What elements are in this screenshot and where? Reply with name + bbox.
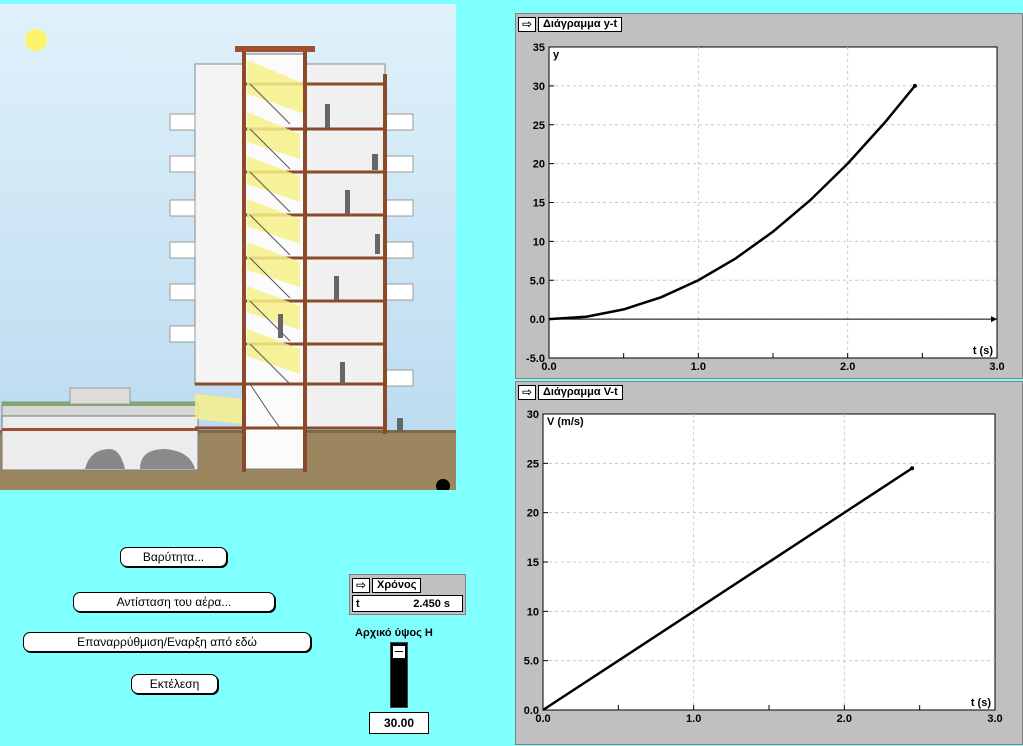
x-tick-label: 3.0 <box>989 361 1004 373</box>
x-axis-label: t (s) <box>973 345 994 357</box>
timer-value: 2.450 s <box>413 597 450 610</box>
timer-panel: ⇨ Χρόνος t 2.450 s <box>349 574 466 615</box>
x-axis-label: t (s) <box>971 697 992 709</box>
y-tick-label: 20 <box>527 508 539 520</box>
x-tick-label: 2.0 <box>840 361 855 373</box>
y-tick-label: 25 <box>527 458 539 470</box>
air-resistance-button[interactable]: Αντίσταση του αέρα... <box>73 592 275 612</box>
y-tick-label: 5.0 <box>524 656 539 668</box>
y-tick-label: 0.0 <box>530 314 545 326</box>
gravity-button[interactable]: Βαρύτητα... <box>120 547 227 567</box>
chart-y-t: 0.0 1.0 2.0 3.0-5.00.05.0101520253035yt (s) <box>526 42 1005 373</box>
initial-height-label: Αρχικό ύψος Η <box>355 627 433 639</box>
x-tick-label: 1.0 <box>691 361 706 373</box>
y-tick-label: 20 <box>533 159 545 171</box>
y-tick-label: 15 <box>527 557 539 569</box>
y-tick-label: 0.0 <box>524 705 539 717</box>
timer-title-bar: ⇨ Χρόνος <box>352 577 422 593</box>
chart-v-t-panel: ⇨ Διάγραμμα V-t 0.0 1.0 2.0 3.0 0.0 5.0 10 15 20… <box>515 381 1023 745</box>
y-tick-label: 30 <box>533 81 545 93</box>
reset-start-button[interactable]: Επαναρρύθμιση/Εναρξη από εδώ <box>23 632 311 652</box>
height-value-field[interactable]: 30.00 <box>369 712 429 734</box>
building-scene <box>0 4 456 493</box>
y-axis-label: y <box>553 49 560 61</box>
chart-v-t: 0.0 1.0 2.0 3.00.05.01015202530V (m/s)t (s) <box>524 409 1003 725</box>
y-tick-label: 25 <box>533 120 545 132</box>
y-tick-label: 10 <box>527 606 539 618</box>
x-tick-label: 3.0 <box>987 713 1002 725</box>
slider-thumb[interactable] <box>392 645 406 659</box>
y-tick-label: 30 <box>527 409 539 421</box>
height-slider[interactable] <box>390 642 408 708</box>
x-tick-label: 2.0 <box>837 713 852 725</box>
sun-icon <box>25 29 47 51</box>
y-tick-label: 10 <box>533 236 545 248</box>
arrow-right-icon[interactable]: ⇨ <box>352 577 370 593</box>
series-endpoint <box>910 466 915 471</box>
y-axis-label: V (m/s) <box>547 416 584 428</box>
series-endpoint <box>912 83 917 88</box>
chart-y-t-panel: ⇨ Διάγραμμα y-t 0.0 1.0 2.0 3.0 -5.0 0.0 5.0 10… <box>515 13 1023 379</box>
y-tick-label: 35 <box>533 42 545 54</box>
y-tick-label: 5.0 <box>530 275 545 287</box>
y-tick-label: -5.0 <box>526 353 545 365</box>
y-tick-label: 15 <box>533 198 545 210</box>
timer-title: Χρόνος <box>372 577 422 593</box>
run-button[interactable]: Εκτέλεση <box>131 674 218 694</box>
x-tick-label: 1.0 <box>686 713 701 725</box>
timer-variable: t <box>356 597 360 610</box>
timer-readout: t 2.450 s <box>352 595 463 612</box>
